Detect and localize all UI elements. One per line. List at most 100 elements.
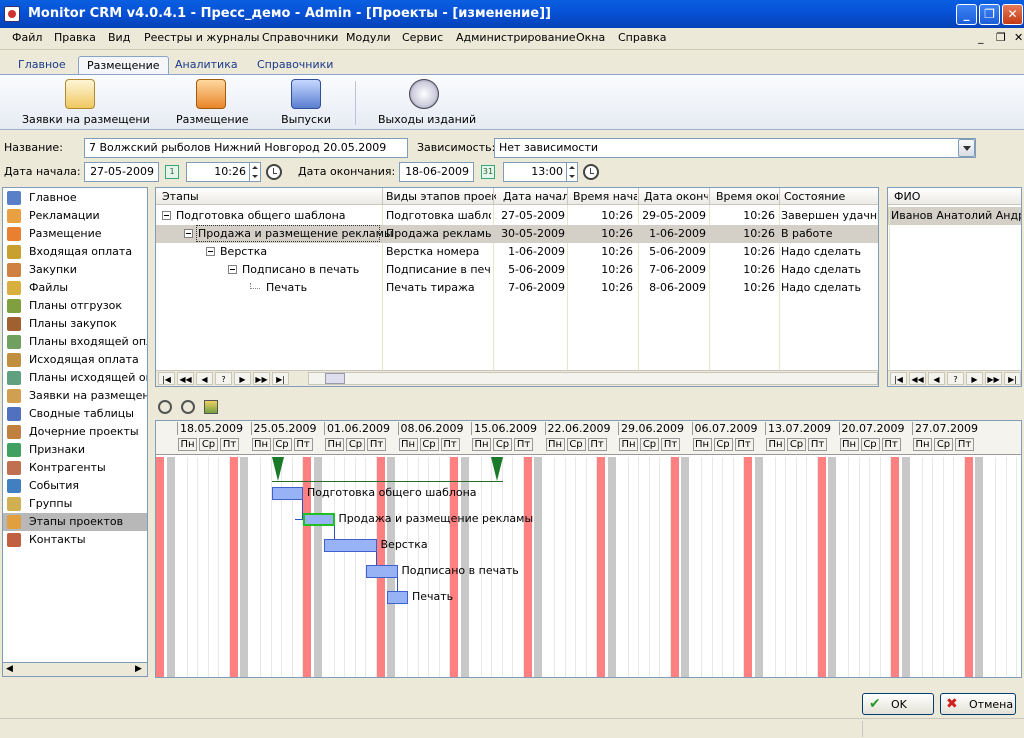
stage-row[interactable]: Подготовка общего шаблона Подготовка шабл… [156, 207, 878, 225]
mdi-minimize-icon[interactable]: _ [978, 31, 984, 44]
sidebar-item[interactable]: Признаки [3, 441, 147, 459]
menu-modules[interactable]: Модули [346, 31, 391, 44]
stage-row[interactable]: Подписано в печать Подписание в печать 5-0… [156, 261, 878, 279]
menu-administration[interactable]: Администрирование [456, 31, 576, 44]
issues-button[interactable]: Выпуски [280, 79, 332, 126]
sidebar-item[interactable]: Сводные таблицы [3, 405, 147, 423]
sidebar-item[interactable]: Дочерние проекты [3, 423, 147, 441]
sidebar-item[interactable]: Группы [3, 495, 147, 513]
start-date-field[interactable]: 27-05-2009 [84, 162, 159, 182]
nav-button[interactable]: |◀ [158, 372, 175, 385]
menu-windows[interactable]: Окна [576, 31, 605, 44]
stages-hscrollbar[interactable] [308, 372, 878, 385]
sidebar-item[interactable]: Заявки на размещение [3, 387, 147, 405]
nav-button[interactable]: ? [947, 372, 964, 385]
gantt-task-bar[interactable] [324, 539, 377, 552]
sidebar-item[interactable]: Размещение [3, 225, 147, 243]
start-calendar-icon[interactable]: 1 [165, 165, 179, 179]
sidebar-item[interactable]: Планы отгрузок [3, 297, 147, 315]
scroll-left-icon[interactable]: ◀ [6, 664, 13, 674]
menu-registers[interactable]: Реестры и журналы [144, 31, 259, 44]
end-date-field[interactable]: 18-06-2009 [399, 162, 474, 182]
gantt-task-bar[interactable] [366, 565, 398, 578]
start-clock-icon[interactable] [266, 164, 282, 180]
sidebar-item[interactable]: Закупки [3, 261, 147, 279]
people-row[interactable]: Иванов Анатолий Андреевич [888, 207, 1021, 225]
column-separator[interactable] [709, 188, 710, 205]
nav-button[interactable]: |◀ [890, 372, 907, 385]
nav-button[interactable]: ▶▶ [253, 372, 270, 385]
nav-button[interactable]: ▶| [272, 372, 289, 385]
menu-help[interactable]: Справка [618, 31, 666, 44]
gantt-task-bar[interactable] [303, 513, 335, 526]
gantt-task-bar[interactable] [387, 591, 408, 604]
sidebar-scrollbar[interactable]: ◀ ▶ [2, 662, 148, 677]
start-time-spinner[interactable] [249, 163, 260, 181]
menu-edit[interactable]: Правка [54, 31, 96, 44]
menu-view[interactable]: Вид [108, 31, 130, 44]
nav-button[interactable]: ▶ [966, 372, 983, 385]
column-separator[interactable] [567, 188, 568, 205]
column-separator[interactable] [638, 188, 639, 205]
zoom-in-icon[interactable] [158, 400, 172, 414]
column-separator[interactable] [493, 188, 494, 205]
nav-button[interactable]: ◀◀ [177, 372, 194, 385]
stages-column-header[interactable]: Этапы [162, 190, 382, 203]
menu-file[interactable]: Файл [12, 31, 42, 44]
stage-row[interactable]: Продажа и размещение рекламы Продажа рекл… [156, 225, 878, 243]
column-separator[interactable] [779, 188, 780, 205]
tab-analytics[interactable]: Аналитика [167, 56, 246, 76]
stages-column-header[interactable]: Состояние [784, 190, 876, 203]
minimize-button[interactable]: _ [956, 4, 977, 25]
close-button[interactable]: ✕ [1002, 4, 1023, 25]
cancel-button[interactable]: ✖ Отмена [940, 693, 1016, 715]
sidebar-item[interactable]: Файлы [3, 279, 147, 297]
tab-references[interactable]: Справочники [249, 56, 341, 76]
sidebar-item[interactable]: Контакты [3, 531, 147, 549]
scroll-right-icon[interactable]: ▶ [135, 664, 142, 674]
collapse-toggle-icon[interactable] [206, 247, 215, 256]
editions-button[interactable]: Выходы изданий [378, 79, 476, 126]
sidebar-item[interactable]: Контрагенты [3, 459, 147, 477]
sidebar-item[interactable]: Входящая оплата [3, 243, 147, 261]
menu-references[interactable]: Справочники [262, 31, 338, 44]
end-calendar-icon[interactable]: 31 [481, 165, 495, 179]
stages-column-header[interactable]: Виды этапов проект [386, 190, 496, 203]
sidebar-item[interactable]: Рекламации [3, 207, 147, 225]
nav-button[interactable]: ◀◀ [909, 372, 926, 385]
tab-placement[interactable]: Размещение [78, 56, 169, 76]
sidebar-item[interactable]: Планы исходящей оплаты [3, 369, 147, 387]
collapse-toggle-icon[interactable] [162, 211, 171, 220]
stage-row[interactable]: Печать Печать тиража 7-06-2009 10:26 8-06-20… [156, 279, 878, 297]
stages-column-header[interactable]: Время окон [716, 190, 778, 203]
stages-column-header[interactable]: Время нача. [573, 190, 637, 203]
menu-service[interactable]: Сервис [402, 31, 443, 44]
orders-button[interactable]: Заявки на размещени [22, 79, 150, 126]
end-time-field[interactable]: 13:00 [503, 162, 578, 182]
sidebar-item[interactable]: Этапы проектов [3, 513, 147, 531]
gantt-settings-icon[interactable] [204, 400, 218, 414]
chevron-down-icon[interactable] [958, 139, 975, 157]
sidebar-item[interactable]: Исходящая оплата [3, 351, 147, 369]
column-separator[interactable] [382, 188, 383, 205]
start-time-field[interactable]: 10:26 [186, 162, 261, 182]
nav-button[interactable]: ▶| [1004, 372, 1021, 385]
stages-column-header[interactable]: Дата оконча [644, 190, 708, 203]
end-clock-icon[interactable] [583, 164, 599, 180]
collapse-toggle-icon[interactable] [228, 265, 237, 274]
nav-button[interactable]: ▶ [234, 372, 251, 385]
sidebar-item[interactable]: Главное [3, 189, 147, 207]
scroll-thumb[interactable] [325, 373, 345, 384]
nav-button[interactable]: ? [215, 372, 232, 385]
end-time-spinner[interactable] [566, 163, 577, 181]
stages-column-header[interactable]: Дата начала [503, 190, 567, 203]
sidebar-item[interactable]: Планы входящей оплаты [3, 333, 147, 351]
mdi-restore-icon[interactable]: ❐ [996, 31, 1006, 44]
sidebar-item[interactable]: События [3, 477, 147, 495]
sidebar-item[interactable]: Планы закупок [3, 315, 147, 333]
restore-button[interactable]: ❐ [979, 4, 1000, 25]
ok-button[interactable]: ✔ OK [862, 693, 934, 715]
tab-main[interactable]: Главное [10, 56, 74, 76]
name-field[interactable]: 7 Волжский рыболов Нижний Новгород 20.05… [84, 138, 408, 158]
collapse-toggle-icon[interactable] [184, 229, 193, 238]
